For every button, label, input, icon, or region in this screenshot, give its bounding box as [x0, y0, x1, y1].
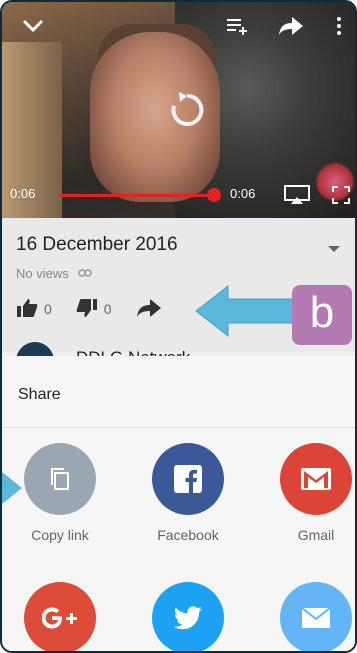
share-target-label: Copy link	[31, 527, 89, 543]
phone-screen: 0:06 0:06 16 December 2016 No views 0 0 …	[0, 0, 357, 653]
link-icon	[78, 266, 93, 281]
view-count: No views	[16, 266, 93, 281]
share-video-icon[interactable]	[136, 298, 162, 321]
share-divider	[2, 427, 355, 428]
expand-description-icon[interactable]	[328, 246, 340, 252]
like-count: 0	[44, 301, 52, 317]
copy-icon	[24, 443, 96, 515]
seek-handle[interactable]	[207, 188, 221, 202]
like-icon[interactable]	[16, 298, 38, 321]
facebook-icon	[152, 443, 224, 515]
gmail-icon	[280, 443, 352, 515]
dislike-icon[interactable]	[76, 298, 98, 321]
share-sheet-title: Share	[18, 386, 61, 403]
share-target-facebook[interactable]: Facebook	[143, 443, 233, 543]
annotation-side-arrow	[2, 472, 22, 504]
annotation-badge: b	[292, 285, 352, 345]
share-target-label: Facebook	[157, 527, 219, 543]
video-actions: 0 0	[16, 296, 162, 322]
share-target-gmail[interactable]: Gmail	[271, 443, 355, 543]
twitter-icon	[152, 582, 224, 651]
current-time: 0:06	[10, 186, 36, 201]
share-icon[interactable]	[278, 16, 304, 40]
seek-bar[interactable]	[60, 194, 216, 197]
fullscreen-icon[interactable]	[332, 186, 350, 208]
cast-icon[interactable]	[284, 185, 310, 209]
chevron-down-icon[interactable]	[22, 16, 44, 38]
share-target-email[interactable]	[271, 582, 355, 651]
add-to-playlist-icon[interactable]	[226, 16, 250, 40]
duration: 0:06	[230, 186, 256, 201]
video-title: 16 December 2016	[16, 234, 178, 255]
share-target-twitter[interactable]	[143, 582, 233, 651]
share-target-copy-link[interactable]: Copy link	[15, 443, 105, 543]
dislike-count: 0	[103, 301, 112, 317]
email-icon	[280, 582, 352, 651]
share-sheet: Share Copy link Facebook Gmail	[2, 356, 355, 651]
replay-icon[interactable]	[167, 90, 207, 130]
video-player[interactable]: 0:06 0:06	[2, 2, 355, 218]
google-plus-icon	[24, 582, 96, 651]
share-target-google-plus[interactable]	[15, 582, 105, 651]
more-vert-icon[interactable]	[336, 16, 342, 40]
view-count-text: No views	[16, 266, 69, 281]
share-target-label: Gmail	[297, 527, 335, 543]
